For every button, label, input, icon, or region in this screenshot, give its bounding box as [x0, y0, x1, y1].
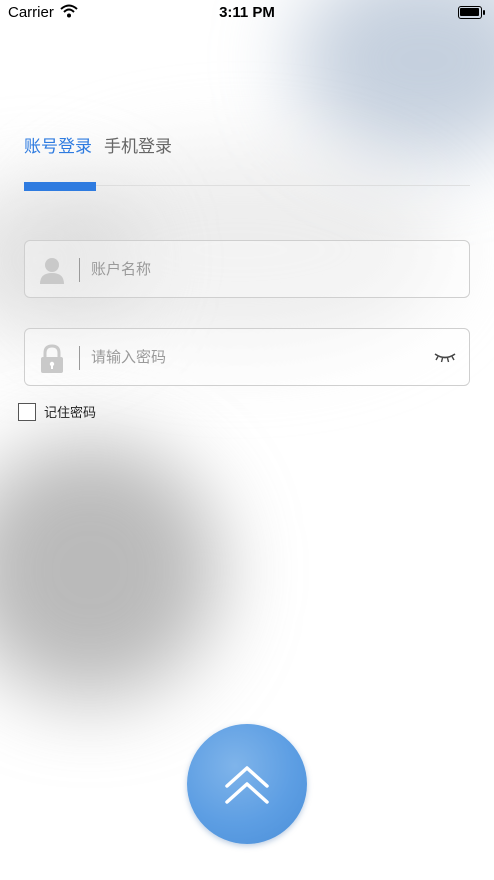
- double-chevron-up-icon: [225, 766, 269, 804]
- login-tabs: 账号登录 手机登录: [24, 132, 172, 157]
- status-bar: Carrier 3:11 PM: [0, 0, 494, 26]
- field-separator: [79, 258, 80, 282]
- battery-icon: [458, 6, 486, 19]
- username-field[interactable]: [24, 240, 470, 298]
- password-input[interactable]: [91, 329, 411, 385]
- login-submit-button[interactable]: [187, 724, 307, 844]
- remember-label: 记住密码: [44, 406, 97, 421]
- remember-checkbox[interactable]: [18, 402, 36, 421]
- password-field[interactable]: [24, 328, 470, 386]
- login-screen: 账号登录 手机登录 账户名称 记住密码: [0, 0, 494, 880]
- active-tab-indicator: [24, 182, 96, 191]
- field-separator: [79, 346, 80, 370]
- username-input[interactable]: [91, 241, 411, 297]
- remember-password[interactable]: 记住密码: [18, 402, 96, 421]
- eye-closed-icon[interactable]: [433, 349, 457, 365]
- user-icon: [39, 256, 65, 284]
- clock: 3:11 PM: [219, 4, 275, 21]
- lock-icon: [39, 344, 65, 373]
- tab-account-login[interactable]: 账号登录: [24, 132, 92, 157]
- tab-phone-login[interactable]: 手机登录: [104, 132, 172, 157]
- tab-divider: [96, 185, 470, 186]
